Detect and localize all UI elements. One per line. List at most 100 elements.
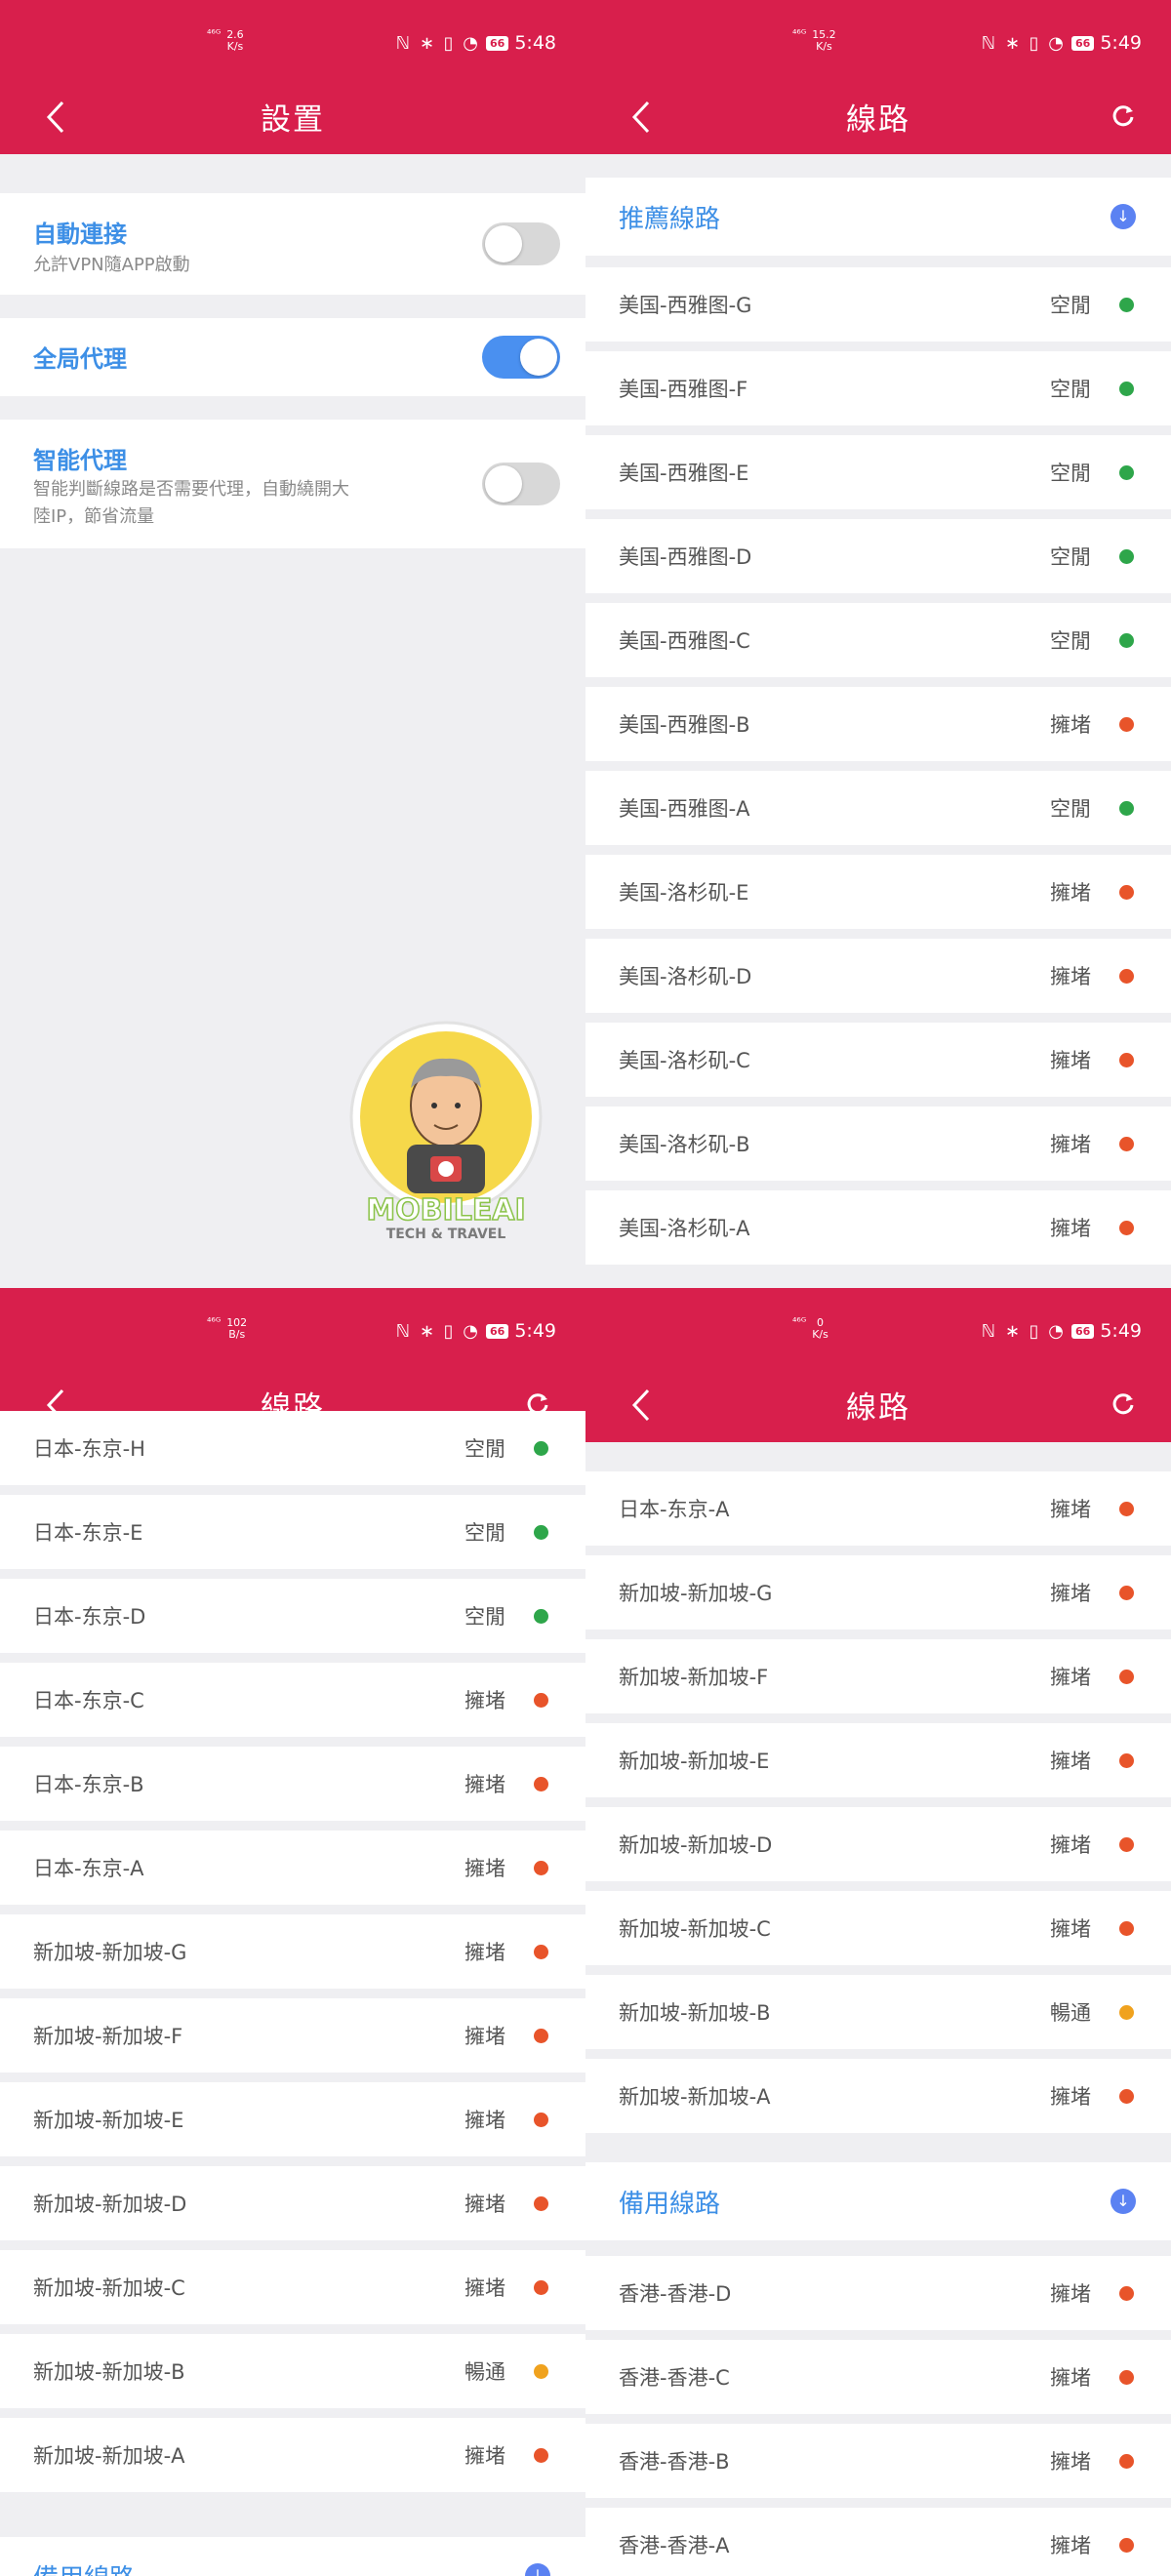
- app-bar: 線路: [586, 1368, 1171, 1442]
- server-row[interactable]: 新加坡-新加坡-G 擁堵: [0, 1914, 586, 1989]
- server-row[interactable]: 日本-东京-D 空閒: [0, 1579, 586, 1653]
- lines-screen: ⁴⁶ᴳ 0 K/s ℕ ∗ ▯ ◔ 66 5:49 線路 日本-东京-A 擁堵 新加坡…: [586, 1288, 1171, 2576]
- server-row[interactable]: 美国-西雅图-E 空閒: [586, 435, 1171, 509]
- page-title: 線路: [846, 1390, 910, 1426]
- server-row[interactable]: 香港-香港-C 擁堵: [586, 2340, 1171, 2414]
- server-row[interactable]: 日本-东京-A 擁堵: [0, 1831, 586, 1905]
- server-status: 擁堵: [1050, 1582, 1091, 1605]
- status-dot-icon: [534, 1777, 548, 1791]
- server-row[interactable]: 美国-西雅图-F 空閒: [586, 351, 1171, 425]
- server-name: 新加坡-新加坡-A: [619, 2085, 771, 2109]
- status-bar: ⁴⁶ᴳ 2.6 K/s ℕ ∗ ▯ ◔ 66 5:48: [0, 0, 586, 80]
- server-row[interactable]: 新加坡-新加坡-A 擁堵: [586, 2059, 1171, 2133]
- setting-title: 智能代理: [33, 447, 127, 474]
- server-row[interactable]: 新加坡-新加坡-D 擁堵: [0, 2166, 586, 2240]
- server-name: 新加坡-新加坡-D: [33, 2193, 187, 2216]
- net-speed: 2.6 K/s: [226, 28, 244, 53]
- server-row[interactable]: 美国-洛杉矶-C 擁堵: [586, 1023, 1171, 1097]
- setting-desc: 智能判斷線路是否需要代理，自動繞開大陸IP，節省流量: [33, 479, 349, 527]
- status-dot-icon: [1119, 885, 1134, 900]
- expand-arrow-icon[interactable]: ↓: [1110, 204, 1136, 229]
- server-row[interactable]: 新加坡-新加坡-F 擁堵: [586, 1639, 1171, 1713]
- server-status: 擁堵: [1050, 2450, 1091, 2474]
- server-row[interactable]: 美国-洛杉矶-B 擁堵: [586, 1107, 1171, 1181]
- server-row[interactable]: 新加坡-新加坡-F 擁堵: [0, 1998, 586, 2073]
- section-header[interactable]: 備用線路 ↓: [586, 2162, 1171, 2240]
- server-row[interactable]: 新加坡-新加坡-C 擁堵: [586, 1891, 1171, 1965]
- server-row[interactable]: 美国-洛杉矶-E 擁堵: [586, 855, 1171, 929]
- server-name: 美国-洛杉矶-D: [619, 965, 752, 988]
- auto-connect-toggle[interactable]: [482, 222, 560, 265]
- server-list: 日本-东京-H 空閒 日本-东京-E 空閒 日本-东京-D 空閒 日本-东京-C 擁堵 日本-东…: [0, 1411, 586, 2576]
- server-status: 擁堵: [464, 1689, 505, 1712]
- server-status: 擁堵: [464, 1857, 505, 1880]
- clock: 5:49: [514, 1320, 556, 1342]
- status-dot-icon: [534, 1861, 548, 1875]
- status-bar: ⁴⁶ᴳ 102 B/s ℕ ∗ ▯ ◔ 66 5:49: [0, 1288, 586, 1368]
- server-row[interactable]: 新加坡-新加坡-E 擁堵: [0, 2082, 586, 2156]
- server-row[interactable]: 新加坡-新加坡-E 擁堵: [586, 1723, 1171, 1797]
- server-name: 美国-洛杉矶-B: [619, 1133, 750, 1156]
- server-row[interactable]: 美国-西雅图-A 空閒: [586, 771, 1171, 845]
- server-row[interactable]: 香港-香港-B 擁堵: [586, 2424, 1171, 2498]
- server-name: 美国-西雅图-A: [619, 797, 750, 821]
- refresh-icon[interactable]: [1109, 101, 1138, 131]
- status-icons: ℕ ∗ ▯ ◔: [395, 1320, 481, 1342]
- global-proxy-toggle[interactable]: [482, 336, 560, 379]
- server-row[interactable]: 美国-西雅图-D 空閒: [586, 519, 1171, 593]
- server-row[interactable]: 香港-香港-A 擁堵: [586, 2508, 1171, 2576]
- server-row[interactable]: 日本-东京-C 擁堵: [0, 1663, 586, 1737]
- clock: 5:48: [514, 32, 556, 54]
- signal-icon: ⁴⁶ᴳ: [207, 27, 222, 40]
- expand-arrow-icon[interactable]: ↓: [525, 2563, 550, 2576]
- status-dot-icon: [1119, 382, 1134, 396]
- setting-auto-connect[interactable]: 自動連接 允許VPN隨APP啟動: [0, 193, 586, 295]
- server-name: 新加坡-新加坡-F: [33, 2025, 183, 2048]
- server-row[interactable]: 日本-东京-E 空閒: [0, 1495, 586, 1569]
- server-row[interactable]: 美国-西雅图-G 空閒: [586, 267, 1171, 342]
- server-list: 日本-东京-A 擁堵 新加坡-新加坡-G 擁堵 新加坡-新加坡-F 擁堵 新加坡-新加坡-E…: [586, 1442, 1171, 2576]
- page-title: 線路: [846, 102, 910, 138]
- server-row[interactable]: 新加坡-新加坡-B 暢通: [0, 2334, 586, 2408]
- server-status: 暢通: [1050, 2001, 1091, 2025]
- server-row[interactable]: 日本-东京-H 空閒: [0, 1411, 586, 1485]
- server-status: 擁堵: [1050, 965, 1091, 988]
- section-header[interactable]: 推薦線路 ↓: [586, 178, 1171, 256]
- settings-screen: ⁴⁶ᴳ 2.6 K/s ℕ ∗ ▯ ◔ 66 5:48 設置 自動連接 允許VPN…: [0, 0, 586, 1288]
- server-row[interactable]: 香港-香港-D 擁堵: [586, 2256, 1171, 2330]
- server-row[interactable]: 日本-东京-B 擁堵: [0, 1747, 586, 1821]
- server-name: 新加坡-新加坡-G: [33, 1941, 187, 1964]
- server-name: 美国-西雅图-D: [619, 545, 752, 569]
- signal-icon: ⁴⁶ᴳ: [207, 1315, 222, 1328]
- server-status: 擁堵: [464, 2276, 505, 2300]
- server-row[interactable]: 新加坡-新加坡-G 擁堵: [586, 1555, 1171, 1630]
- server-status: 擁堵: [1050, 2085, 1091, 2109]
- server-status: 擁堵: [464, 2109, 505, 2132]
- server-row[interactable]: 新加坡-新加坡-D 擁堵: [586, 1807, 1171, 1881]
- server-row[interactable]: 新加坡-新加坡-C 擁堵: [0, 2250, 586, 2324]
- expand-arrow-icon[interactable]: ↓: [1110, 2189, 1136, 2214]
- server-row[interactable]: 美国-西雅图-C 空閒: [586, 603, 1171, 677]
- server-name: 美国-洛杉矶-A: [619, 1217, 750, 1240]
- refresh-icon[interactable]: [1109, 1389, 1138, 1419]
- server-name: 美国-西雅图-B: [619, 713, 750, 737]
- section-title: 備用線路: [619, 2190, 721, 2219]
- server-row[interactable]: 新加坡-新加坡-A 擁堵: [0, 2418, 586, 2492]
- server-name: 香港-香港-C: [619, 2366, 730, 2390]
- server-row[interactable]: 新加坡-新加坡-B 暢通: [586, 1975, 1171, 2049]
- status-dot-icon: [534, 2113, 548, 2127]
- server-row[interactable]: 美国-西雅图-B 擁堵: [586, 687, 1171, 761]
- server-status: 擁堵: [464, 2025, 505, 2048]
- server-row[interactable]: 美国-洛杉矶-D 擁堵: [586, 939, 1171, 1013]
- setting-smart-proxy[interactable]: 智能代理 智能判斷線路是否需要代理，自動繞開大陸IP，節省流量: [0, 420, 586, 548]
- server-row[interactable]: 日本-东京-A 擁堵: [586, 1471, 1171, 1546]
- server-status: 空閒: [464, 1521, 505, 1545]
- setting-global-proxy[interactable]: 全局代理: [0, 318, 586, 396]
- section-header[interactable]: 備用線路 ↓: [0, 2537, 586, 2576]
- status-dot-icon: [1119, 2286, 1134, 2301]
- server-status: 暢通: [464, 2360, 505, 2384]
- smart-proxy-toggle[interactable]: [482, 463, 560, 505]
- status-bar: ⁴⁶ᴳ 15.2 K/s ℕ ∗ ▯ ◔ 66 5:49: [586, 0, 1171, 80]
- server-row[interactable]: 美国-洛杉矶-A 擁堵: [586, 1190, 1171, 1265]
- status-icons: ℕ ∗ ▯ ◔: [981, 32, 1067, 54]
